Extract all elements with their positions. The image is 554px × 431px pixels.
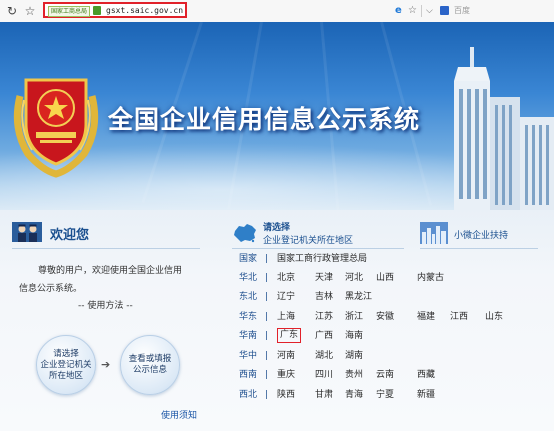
region-label: 华南 [239,331,258,341]
step-select-region-label: 请选择 企业登记机关 所在地区 [40,348,92,381]
province-link[interactable]: 河北 [345,271,363,285]
welcome-text-line1: 尊敬的用户，欢迎使用全国企业信用 [38,266,183,276]
region-separator: | [265,331,269,341]
province-link[interactable]: 山西 [376,271,394,285]
region-label: 国家 [239,254,258,264]
province-link[interactable]: 福建 [417,310,435,324]
url-text[interactable]: gsxt.saic.gov.cn [106,5,183,16]
region-title-line1: 请选择 [263,223,291,233]
toolbar-divider [421,5,422,17]
content-panel: 欢迎您 尊敬的用户，欢迎使用全国企业信用 信息公示系统。 -- 使用方法 -- … [0,210,554,431]
region-label: 华中 [239,351,258,361]
ie-compat-icon[interactable]: e [395,4,402,18]
province-link[interactable]: 北京 [277,271,295,285]
province-link[interactable]: 宁夏 [376,388,394,402]
province-link[interactable]: 广西 [315,329,333,343]
province-link[interactable]: 浙江 [345,310,363,324]
divider [12,248,200,249]
welcome-title: 欢迎您 [50,228,90,243]
province-link[interactable]: 青海 [345,388,363,402]
arrow-right-icon: ➔ [101,358,111,371]
province-link[interactable]: 上海 [277,310,295,324]
building-illustration [454,47,554,210]
province-link[interactable]: 新疆 [417,388,435,402]
province-link[interactable]: 海南 [345,329,363,343]
province-link[interactable]: 山东 [485,310,503,324]
china-map-icon [234,224,256,243]
region-label: 西北 [239,390,258,400]
province-link[interactable]: 重庆 [277,368,295,382]
province-link[interactable]: 云南 [376,368,394,382]
province-link[interactable]: 吉林 [315,290,333,304]
address-bar[interactable]: 国家工商总局 gsxt.saic.gov.cn [43,2,187,18]
province-link[interactable]: 陕西 [277,388,295,402]
region-title-line2: 企业登记机关所在地区 [263,236,354,246]
certificate-icon [93,6,101,15]
province-link[interactable]: 江西 [450,310,468,324]
browser-toolbar: ↻ ☆ 国家工商总局 gsxt.saic.gov.cn e ☆ ⌵ 百度 [0,0,554,23]
emblem-icon [13,78,99,178]
province-link[interactable]: 安徽 [376,310,394,324]
province-link[interactable]: 西藏 [417,368,435,382]
province-link[interactable]: 天津 [315,271,333,285]
site-title: 全国企业信用信息公示系统 [108,105,421,134]
province-link[interactable]: 辽宁 [277,290,295,304]
region-label: 东北 [239,292,258,302]
province-link[interactable]: 湖北 [315,349,333,363]
usage-method-heading: -- 使用方法 -- [78,301,133,311]
region-separator: | [265,273,269,283]
province-link[interactable]: 国家工商行政管理总局 [277,252,367,266]
region-separator: | [265,312,269,322]
step-select-region-button[interactable]: 请选择 企业登记机关 所在地区 [36,335,96,395]
region-separator: | [265,351,269,361]
city-skyline-icon [420,222,448,244]
step-view-or-report-button[interactable]: 查看或填报 公示信息 [120,335,180,395]
region-label: 华东 [239,312,258,322]
divider [420,248,538,249]
region-separator: | [265,370,269,380]
divider [232,248,404,249]
search-box[interactable]: 百度 [454,4,470,18]
officers-icon [12,222,42,242]
region-label: 西南 [239,370,258,380]
site-verified-badge: 国家工商总局 [48,6,91,17]
chevron-down-icon[interactable]: ⌵ [426,4,433,18]
province-link[interactable]: 贵州 [345,368,363,382]
province-link[interactable]: 湖南 [345,349,363,363]
province-link[interactable]: 四川 [315,368,333,382]
welcome-text-line2: 信息公示系统。 [19,284,83,294]
province-link[interactable]: 甘肃 [315,388,333,402]
region-separator: | [265,292,269,302]
region-separator: | [265,390,269,400]
site-banner: 全国企业信用信息公示系统 [0,22,554,210]
province-link[interactable]: 内蒙古 [417,271,444,285]
usage-notice-link[interactable]: 使用须知 [161,408,197,421]
search-engine-icon[interactable] [440,6,449,15]
province-link[interactable]: 河南 [277,349,295,363]
micro-enterprise-support-link[interactable]: 小微企业扶持 [454,228,508,241]
refresh-icon[interactable]: ↻ [4,3,20,19]
step-view-or-report-label: 查看或填报 公示信息 [128,354,172,375]
region-label: 华北 [239,273,258,283]
bookmark-star-icon[interactable]: ☆ [408,4,417,18]
favorite-star-icon[interactable]: ☆ [22,3,38,19]
province-link[interactable]: 黑龙江 [345,290,372,304]
province-link[interactable]: 江苏 [315,310,333,324]
province-link-selected[interactable]: 广东 [277,328,302,343]
region-separator: | [265,254,269,264]
